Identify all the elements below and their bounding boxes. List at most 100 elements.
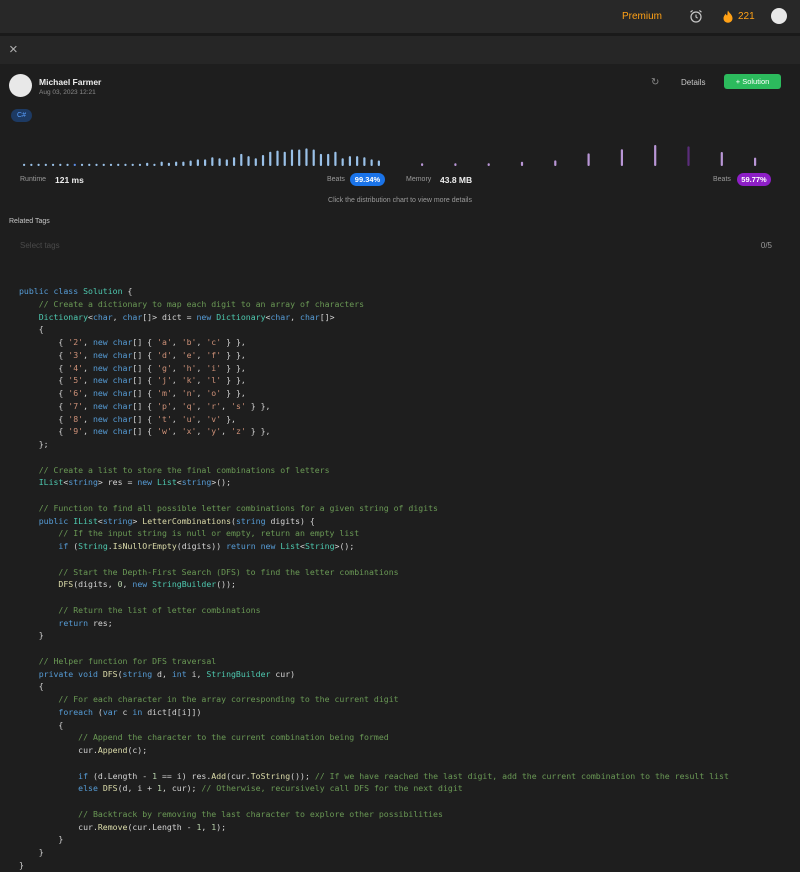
alarm-clock-icon[interactable] — [689, 9, 703, 23]
code-token: '2' — [68, 337, 84, 347]
chart-bar[interactable] — [51, 163, 55, 166]
chart-bar[interactable] — [131, 163, 134, 166]
code-token: [] { — [132, 362, 158, 373]
chart-bar[interactable] — [124, 163, 127, 166]
chart-bar[interactable] — [59, 163, 62, 166]
chart-bar[interactable] — [189, 160, 192, 167]
chart-bar[interactable] — [30, 163, 33, 166]
chart-bar[interactable] — [196, 159, 199, 166]
chart-bar[interactable] — [654, 145, 657, 166]
code-token: d, — [152, 668, 172, 679]
code-token: , — [221, 426, 232, 437]
chart-bar[interactable] — [370, 159, 373, 166]
chart-bar[interactable] — [167, 162, 170, 166]
chart-bar[interactable] — [218, 158, 221, 166]
chart-bar[interactable] — [356, 156, 359, 166]
chart-bar[interactable] — [88, 163, 91, 166]
chart-bar[interactable] — [290, 149, 294, 167]
chart-bar[interactable] — [269, 151, 272, 166]
chart-bar[interactable] — [23, 163, 26, 166]
chart-bar[interactable] — [687, 146, 690, 166]
code-token: , — [196, 337, 207, 347]
chart-bar[interactable] — [146, 162, 149, 166]
chart-bar[interactable] — [240, 153, 243, 166]
language-tag[interactable]: C# — [11, 109, 32, 122]
tags-select[interactable]: Select tags 0/5 — [9, 237, 784, 255]
refresh-icon[interactable]: ↻ — [651, 77, 659, 88]
chart-bar[interactable] — [520, 161, 524, 166]
code-token: 'w' — [157, 426, 172, 437]
code-token: { — [19, 719, 64, 730]
chart-bar[interactable] — [312, 149, 315, 167]
details-button[interactable]: Details — [681, 78, 705, 87]
code-token: 't' — [157, 413, 172, 424]
author-avatar[interactable] — [9, 74, 32, 97]
code-token: } }, — [221, 337, 246, 347]
chart-bar[interactable] — [276, 150, 279, 166]
chart-bar[interactable] — [254, 158, 257, 166]
code-token: { — [19, 324, 44, 335]
chart-bar[interactable] — [319, 153, 323, 166]
code-token: res; — [92, 617, 113, 628]
chart-bar[interactable] — [363, 157, 366, 166]
chart-bar[interactable] — [305, 148, 308, 166]
chart-bar[interactable] — [377, 160, 380, 167]
code-token: [] { — [132, 426, 158, 437]
chart-bar[interactable] — [754, 157, 757, 166]
code-block[interactable]: public class Solution { // Create a dict… — [19, 285, 729, 872]
chart-bar[interactable] — [587, 153, 590, 166]
code-token: (cur. — [226, 770, 251, 781]
add-solution-button[interactable]: + Solution — [724, 74, 781, 89]
streak-count[interactable]: 221 — [738, 11, 755, 22]
chart-bar[interactable] — [261, 155, 265, 166]
code-token: 'j' — [157, 375, 172, 386]
chart-bar[interactable] — [348, 156, 351, 166]
chart-bar[interactable] — [37, 163, 40, 166]
chart-bar[interactable] — [225, 159, 228, 166]
chart-bar[interactable] — [160, 161, 163, 166]
code-token: { — [19, 426, 69, 437]
chart-bar[interactable] — [44, 163, 47, 166]
chart-bar[interactable] — [102, 163, 105, 166]
chart-bar[interactable] — [283, 151, 286, 166]
chart-bar[interactable] — [80, 163, 84, 166]
code-token: >(); — [211, 477, 231, 488]
premium-link[interactable]: Premium — [622, 11, 662, 22]
code-token: { — [19, 375, 69, 386]
code-token: , — [171, 337, 182, 347]
code-token: cur. — [19, 745, 98, 755]
chart-bar[interactable] — [334, 151, 337, 166]
chart-bar[interactable] — [298, 149, 301, 167]
chart-bar[interactable] — [66, 163, 69, 166]
chart-bar[interactable] — [620, 149, 623, 166]
chart-bar[interactable] — [138, 163, 142, 166]
code-token: '5' — [68, 375, 84, 386]
chart-bar[interactable] — [421, 163, 424, 166]
chart-bar[interactable] — [204, 159, 207, 166]
chart-bar[interactable] — [341, 158, 344, 166]
chart-bar[interactable] — [175, 161, 178, 166]
chart-bar[interactable] — [720, 152, 723, 166]
flame-icon[interactable] — [723, 10, 733, 23]
close-icon[interactable]: × — [9, 42, 18, 57]
chart-bar[interactable] — [554, 160, 557, 166]
chart-bar[interactable] — [182, 161, 185, 166]
chart-bar[interactable] — [232, 157, 236, 166]
chart-bar[interactable] — [73, 163, 76, 166]
chart-bar[interactable] — [327, 153, 330, 166]
chart-bar[interactable] — [153, 163, 156, 166]
code-line: if (d.Length - 1 == i) res.Add(cur.ToStr… — [19, 770, 729, 783]
chart-bar[interactable] — [487, 163, 490, 166]
chart-bar[interactable] — [247, 156, 250, 166]
author-name[interactable]: Michael Farmer — [39, 77, 101, 87]
chart-bar[interactable] — [95, 163, 98, 166]
chart-bar[interactable] — [109, 163, 113, 166]
code-token: new char — [92, 337, 133, 347]
distribution-chart[interactable] — [0, 130, 800, 170]
chart-bar[interactable] — [211, 157, 214, 166]
code-token: (cur.Length - — [127, 821, 197, 832]
chart-bar[interactable] — [454, 163, 457, 166]
chart-bar[interactable] — [117, 163, 120, 166]
profile-avatar[interactable] — [771, 8, 787, 24]
code-token: '9' — [68, 426, 84, 437]
